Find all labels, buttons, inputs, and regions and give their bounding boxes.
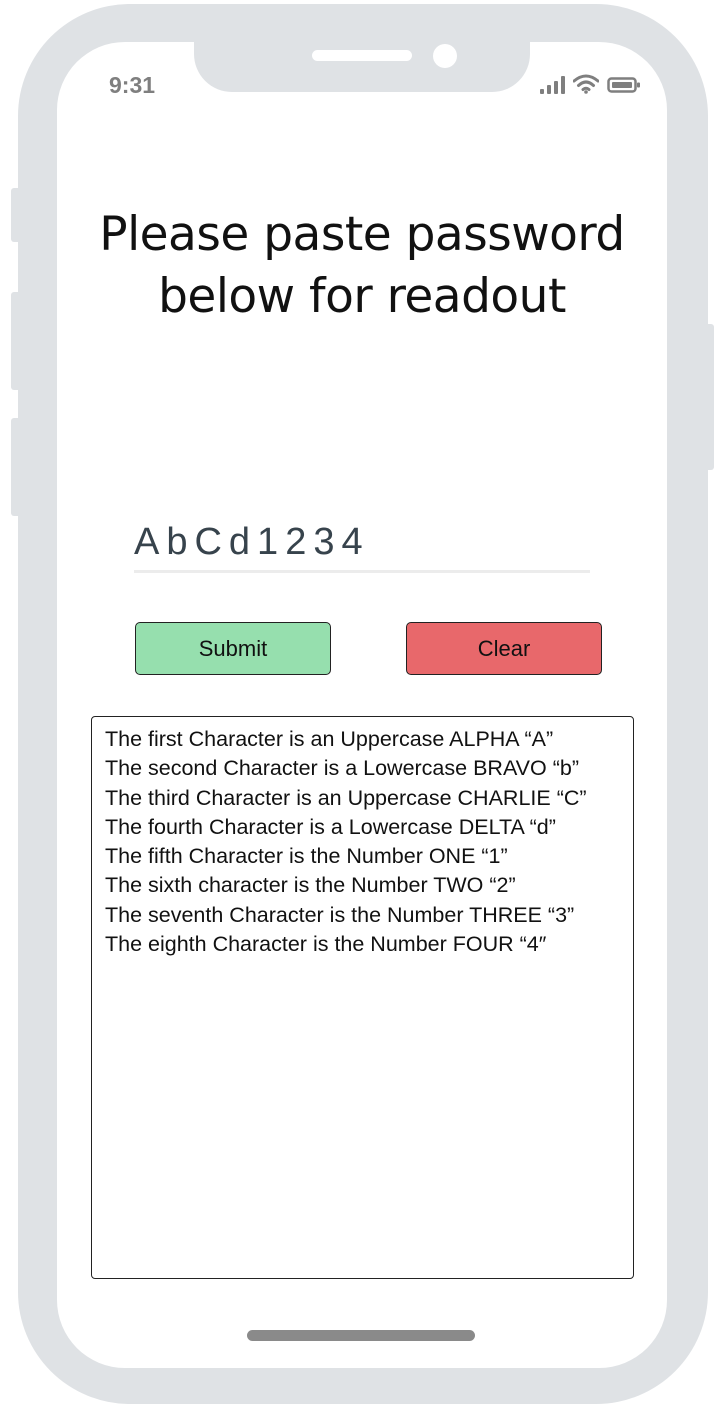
title-line-1: Please paste password — [99, 207, 625, 262]
page-title: Please paste password below for readout — [57, 204, 667, 328]
readout-line: The fourth Character is a Lowercase DELT… — [105, 814, 556, 839]
readout-textarea[interactable]: The first Character is an Uppercase ALPH… — [91, 716, 634, 1279]
speaker-grille — [312, 50, 412, 61]
notch — [194, 42, 530, 92]
readout-line: The third Character is an Uppercase CHAR… — [105, 785, 587, 810]
submit-button[interactable]: Submit — [135, 622, 331, 675]
password-input[interactable] — [134, 514, 590, 573]
home-indicator[interactable] — [247, 1330, 475, 1341]
title-line-2: below for readout — [158, 269, 566, 324]
readout-line: The first Character is an Uppercase ALPH… — [105, 727, 554, 751]
clear-button[interactable]: Clear — [406, 622, 602, 675]
status-time: 9:31 — [109, 72, 156, 98]
readout-line: The sixth character is the Number TWO “2… — [105, 873, 516, 898]
status-icons — [540, 72, 641, 94]
readout-line: The fifth Character is the Number ONE “1… — [105, 844, 508, 869]
readout-line: The second Character is a Lowercase BRAV… — [105, 756, 579, 781]
front-camera — [433, 44, 457, 68]
signal-icon — [540, 76, 565, 94]
phone-screen: 9:31 Please paste password below for rea… — [57, 42, 667, 1368]
readout-line: The seventh Character is the Number THRE… — [105, 902, 575, 927]
device-mockup: 9:31 Please paste password below for rea… — [0, 0, 726, 1412]
battery-icon — [607, 77, 640, 93]
wifi-icon — [573, 74, 599, 94]
readout-line: The eighth Character is the Number FOUR … — [105, 932, 547, 957]
